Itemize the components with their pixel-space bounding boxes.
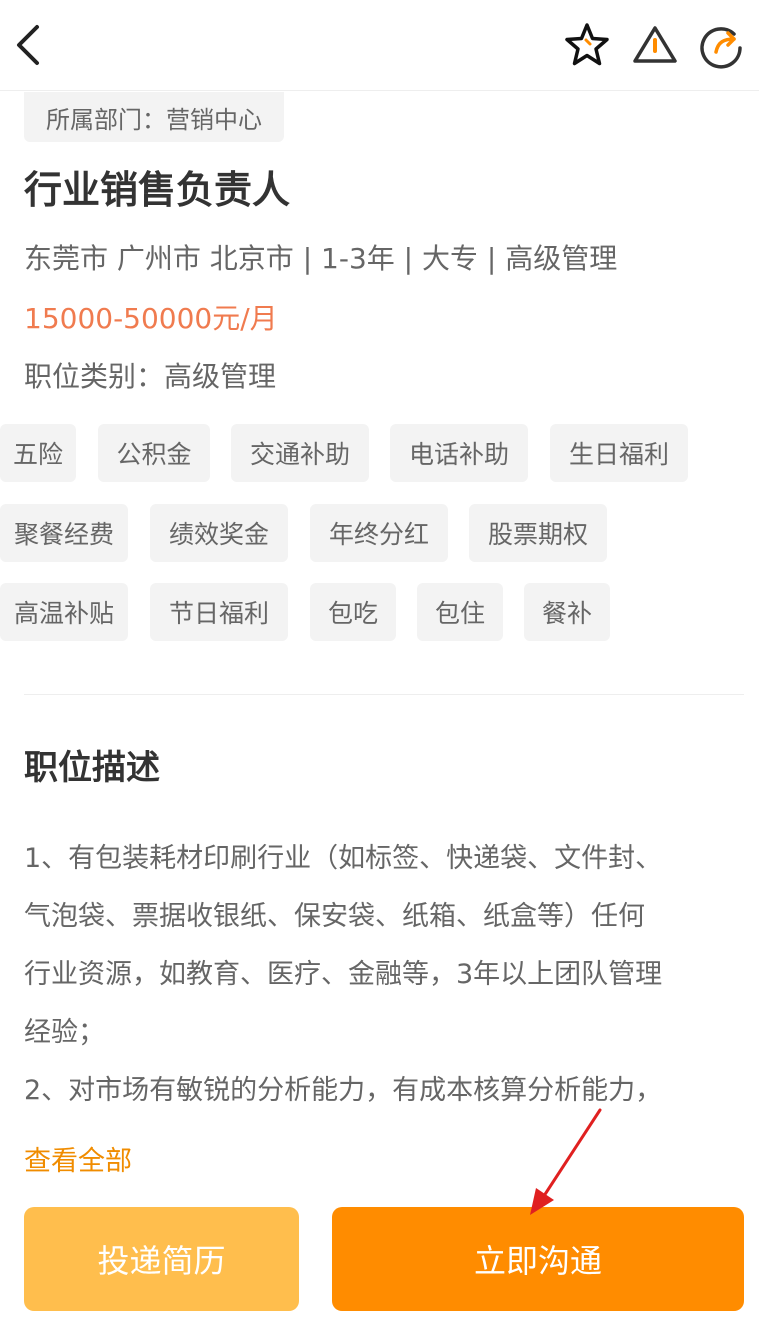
- benefit-tag: 绩效奖金: [150, 504, 288, 562]
- benefit-tag: 年终分红: [310, 504, 448, 562]
- description-line: 气泡袋、票据收银纸、保安袋、纸箱、纸盒等）任何: [24, 901, 645, 932]
- description-line: 行业资源，如教育、医疗、金融等，3年以上团队管理: [24, 959, 663, 990]
- benefit-tag: 生日福利: [550, 424, 688, 482]
- benefit-tag: 聚餐经费: [0, 504, 128, 562]
- job-category: 职位类别：高级管理: [24, 360, 277, 393]
- benefit-tag: 五险: [0, 424, 76, 482]
- star-icon: [565, 23, 609, 66]
- apply-resume-button[interactable]: 投递简历: [24, 1207, 299, 1311]
- top-bar: [0, 0, 759, 91]
- benefit-tags: 五险 公积金 交通补助 电话补助 生日福利 聚餐经费 绩效奖金 年终分红 股票期…: [0, 424, 759, 644]
- section-divider: [24, 694, 744, 695]
- report-button[interactable]: [630, 20, 680, 70]
- benefit-tag: 节日福利: [150, 583, 288, 641]
- chat-now-button[interactable]: 立即沟通: [332, 1207, 744, 1311]
- benefit-tag: 电话补助: [390, 424, 528, 482]
- benefit-tag: 餐补: [524, 583, 610, 641]
- share-icon: [700, 27, 742, 69]
- favorite-button[interactable]: [562, 20, 612, 70]
- view-all-link[interactable]: 查看全部: [24, 1140, 132, 1184]
- back-button[interactable]: [8, 20, 48, 70]
- description-line: 1、有包装耗材印刷行业（如标签、快递袋、文件封、: [24, 843, 663, 874]
- benefit-tag: 包住: [417, 583, 503, 641]
- department-tag: 所属部门：营销中心: [24, 92, 284, 142]
- description-line: 2、对市场有敏锐的分析能力，有成本核算分析能力，: [24, 1075, 663, 1106]
- job-title: 行业销售负责人: [24, 168, 291, 212]
- benefit-tag: 高温补贴: [0, 583, 128, 641]
- share-button[interactable]: [696, 20, 746, 70]
- job-meta: 东莞市 广州市 北京市 | 1-3年 | 大专 | 高级管理: [24, 242, 618, 275]
- job-description: 1、有包装耗材印刷行业（如标签、快递袋、文件封、 气泡袋、票据收银纸、保安袋、纸…: [24, 830, 746, 1120]
- chevron-left-icon: [17, 25, 39, 65]
- benefit-tag: 交通补助: [231, 424, 369, 482]
- job-detail-page: 所属部门：营销中心 行业销售负责人 东莞市 广州市 北京市 | 1-3年 | 大…: [0, 0, 759, 1324]
- description-line: 经验；: [24, 1017, 105, 1048]
- benefit-tag: 包吃: [310, 583, 396, 641]
- warning-icon: [633, 26, 677, 63]
- annotation-arrow-icon: [530, 1108, 602, 1215]
- benefit-tag: 公积金: [98, 424, 210, 482]
- salary: 15000-50000元/月: [24, 302, 278, 335]
- description-title: 职位描述: [24, 748, 160, 788]
- benefit-tag: 股票期权: [469, 504, 607, 562]
